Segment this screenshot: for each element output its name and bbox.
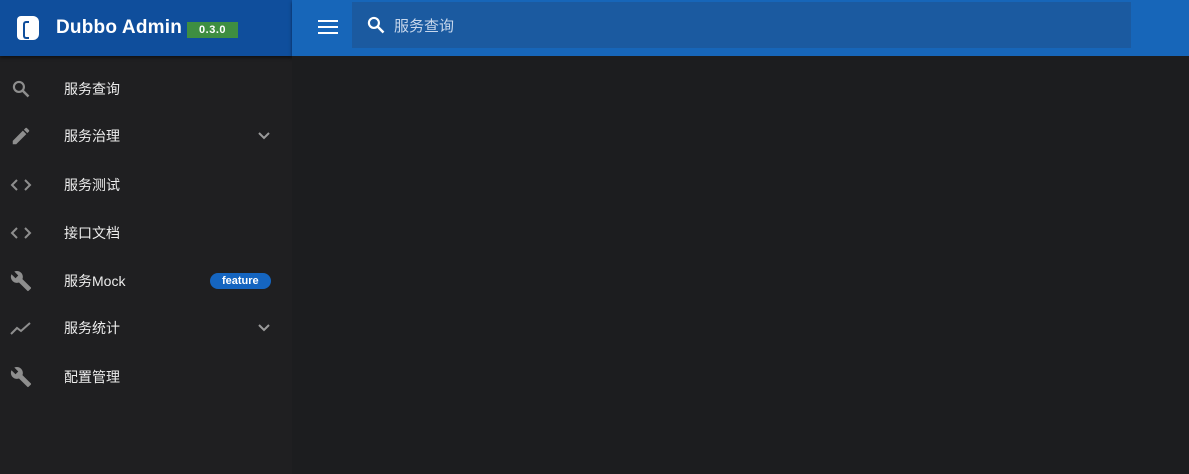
menu-toggle-icon[interactable] <box>318 17 338 37</box>
sidebar-item-service-governance[interactable]: 服务治理 <box>0 112 292 160</box>
sidebar-item-label: 接口文档 <box>64 225 120 241</box>
code-icon <box>9 221 33 245</box>
top-toolbar <box>292 0 1189 56</box>
dubbo-logo-icon <box>17 16 39 40</box>
search-icon <box>9 77 33 101</box>
sidebar-item-api-docs[interactable]: 接口文档 <box>0 209 292 257</box>
version-badge: 0.3.0 <box>187 21 238 38</box>
sidebar: Dubbo Admin 0.3.0 服务查询 服务治理 服务测试 接口文档 服务… <box>0 0 292 474</box>
sidebar-item-service-mock[interactable]: 服务Mock feature <box>0 257 292 305</box>
sidebar-item-config-management[interactable]: 配置管理 <box>0 353 292 401</box>
sidebar-item-service-statistics[interactable]: 服务统计 <box>0 304 292 352</box>
app-title: Dubbo Admin <box>56 17 183 38</box>
wrench-icon <box>9 269 33 293</box>
brand-header: Dubbo Admin 0.3.0 <box>0 0 292 56</box>
feature-badge: feature <box>210 273 271 289</box>
chevron-down-icon[interactable] <box>254 316 274 340</box>
sidebar-item-label: 服务治理 <box>64 128 120 144</box>
search-icon <box>366 15 386 35</box>
sidebar-item-label: 配置管理 <box>64 369 120 385</box>
search-bar[interactable] <box>352 2 1131 50</box>
trending-up-icon <box>9 316 33 340</box>
sidebar-item-label: 服务查询 <box>64 81 120 97</box>
main-content <box>292 56 1189 474</box>
chevron-down-icon[interactable] <box>254 124 274 148</box>
code-icon <box>9 173 33 197</box>
sidebar-item-label: 服务统计 <box>64 320 120 336</box>
sidebar-item-service-test[interactable]: 服务测试 <box>0 161 292 209</box>
pencil-icon <box>9 124 33 148</box>
wrench-icon <box>9 365 33 389</box>
search-input[interactable] <box>392 2 1116 50</box>
sidebar-item-label: 服务Mock <box>64 273 126 289</box>
sidebar-item-label: 服务测试 <box>64 177 120 193</box>
sidebar-item-service-search[interactable]: 服务查询 <box>0 65 292 113</box>
